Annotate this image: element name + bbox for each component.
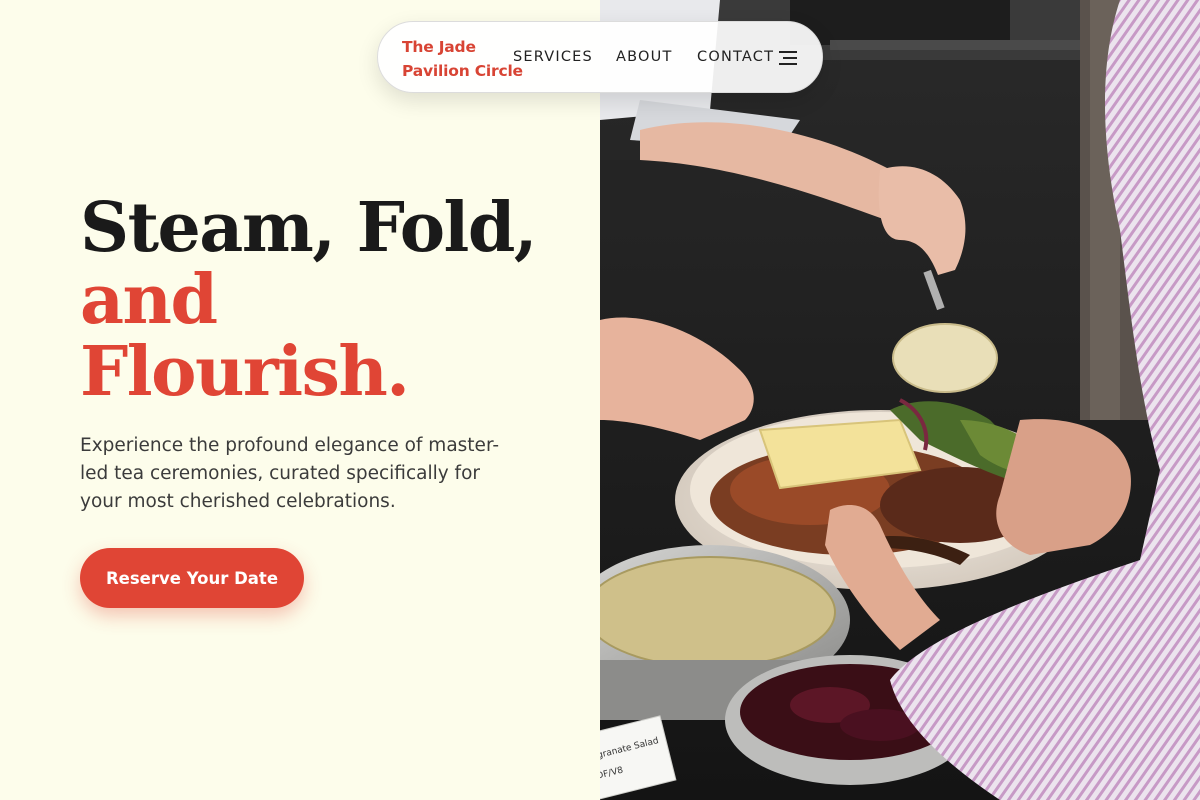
hero-headline: Steam, Fold, and Flourish. bbox=[80, 188, 538, 412]
nav-link-about[interactable]: ABOUT bbox=[616, 49, 673, 65]
headline-line-2: and bbox=[80, 260, 218, 340]
reserve-date-button[interactable]: Reserve Your Date bbox=[80, 548, 304, 608]
nav-link-services[interactable]: SERVICES bbox=[513, 49, 593, 65]
menu-icon[interactable] bbox=[779, 51, 797, 65]
brand-line-1: The Jade bbox=[402, 38, 476, 56]
hero-photo-panel: egranate Salad DF/V8 bbox=[600, 0, 1200, 800]
headline-line-3: Flourish. bbox=[80, 332, 410, 412]
top-nav: The Jade Pavilion Circle SERVICES ABOUT … bbox=[377, 21, 823, 93]
headline-line-1: Steam, Fold, bbox=[80, 188, 538, 268]
brand-logo[interactable]: The Jade Pavilion Circle bbox=[402, 35, 523, 83]
hero-left-panel: Steam, Fold, and Flourish. Experience th… bbox=[0, 0, 600, 800]
food-serving-photo: egranate Salad DF/V8 bbox=[600, 0, 1200, 800]
hero-subtitle: Experience the profound elegance of mast… bbox=[80, 435, 500, 512]
nav-link-contact[interactable]: CONTACT bbox=[697, 49, 774, 65]
brand-line-2: Pavilion Circle bbox=[402, 62, 523, 80]
